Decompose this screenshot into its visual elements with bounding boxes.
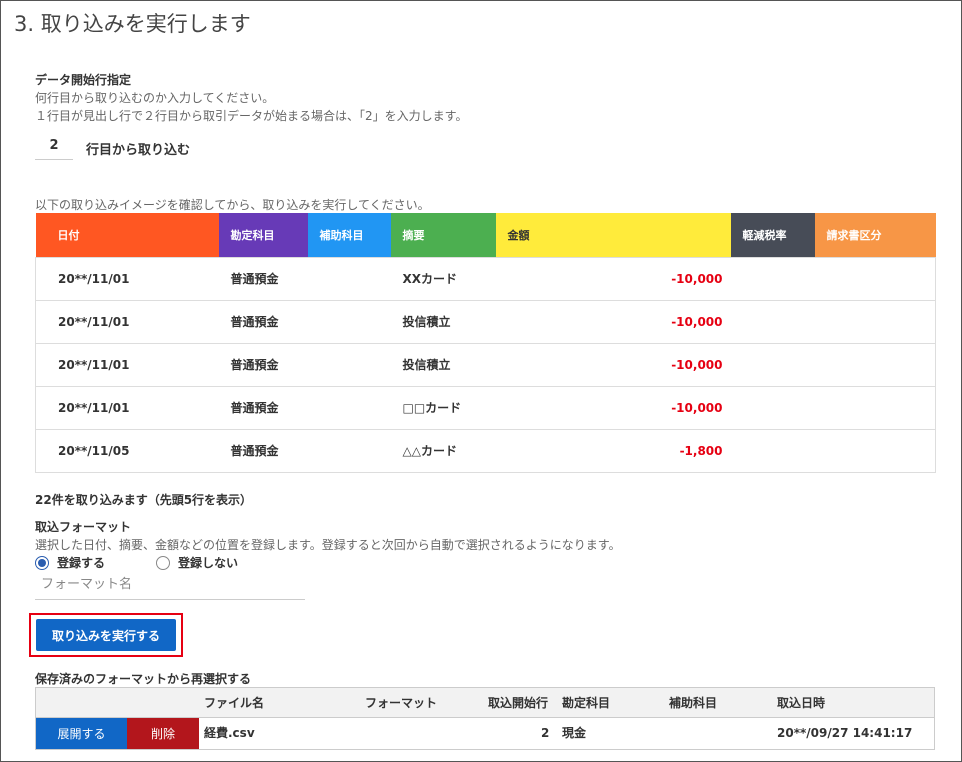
saved-col-file: ファイル名: [204, 696, 265, 710]
preview-header-row: 日付 勘定科目 補助科目 摘要 金額 軽減税率 請求書区分: [35, 213, 936, 257]
cell-invoice: [814, 385, 936, 429]
saved-account: 現金: [562, 726, 587, 740]
saved-col-date: 取込日時: [777, 696, 826, 710]
cell-summary: XXカード: [390, 256, 496, 300]
saved-start-row: 2: [541, 726, 550, 740]
cell-summary: △△カード: [390, 428, 496, 472]
cell-amount: -10,000: [495, 256, 731, 300]
preview-table: 日付 勘定科目 補助科目 摘要 金額 軽減税率 請求書区分 20**/11/01…: [35, 213, 936, 473]
start-row-desc-1: 何行目から取り込むのか入力してください。: [35, 91, 275, 105]
saved-format-row: 展開する 削除 経費.csv 2 現金 20**/09/27 14:41:17: [36, 718, 934, 749]
cell-tax: [730, 342, 815, 386]
radio-unchecked-icon: [156, 555, 170, 570]
radio-register[interactable]: 登録する: [35, 554, 105, 571]
cell-tax: [730, 385, 815, 429]
cell-account: 普通預金: [218, 256, 308, 300]
cell-date: 20**/11/01: [35, 342, 219, 386]
col-invoice-header: 請求書区分: [814, 213, 936, 257]
expand-button[interactable]: 展開する: [36, 718, 127, 749]
format-heading: 取込フォーマット: [35, 520, 132, 534]
cell-invoice: [814, 256, 936, 300]
cell-summary: □□カード: [390, 385, 496, 429]
cell-summary: 投信積立: [390, 299, 496, 343]
cell-invoice: [814, 299, 936, 343]
cell-sub-account: [307, 428, 391, 472]
saved-import-date: 20**/09/27 14:41:17: [777, 726, 913, 740]
cell-date: 20**/11/01: [35, 385, 219, 429]
saved-file-name: 経費.csv: [204, 726, 255, 740]
table-row: 20**/11/01 普通預金 投信積立 -10,000: [35, 299, 936, 343]
saved-header-row: ファイル名 フォーマット 取込開始行 勘定科目 補助科目 取込日時: [36, 688, 934, 718]
table-row: 20**/11/05 普通預金 △△カード -1,800: [35, 428, 936, 472]
cell-date: 20**/11/01: [35, 256, 219, 300]
cell-invoice: [814, 342, 936, 386]
radio-no-register-label: 登録しない: [178, 556, 239, 570]
col-sub-account-header: 補助科目: [307, 213, 391, 257]
saved-formats-heading: 保存済みのフォーマットから再選択する: [35, 672, 252, 686]
cell-date: 20**/11/01: [35, 299, 219, 343]
col-tax-header: 軽減税率: [730, 213, 815, 257]
cell-amount: -10,000: [495, 299, 731, 343]
cell-amount: -1,800: [495, 428, 731, 472]
start-row-input[interactable]: 2: [35, 132, 73, 160]
cell-account: 普通預金: [218, 428, 308, 472]
cell-summary: 投信積立: [390, 342, 496, 386]
start-row-suffix: 行目から取り込む: [86, 143, 191, 158]
saved-col-sub: 補助科目: [669, 696, 718, 710]
cell-tax: [730, 256, 815, 300]
table-row: 20**/11/01 普通預金 XXカード -10,000: [35, 256, 936, 300]
format-name-input[interactable]: フォーマット名: [35, 572, 305, 600]
import-count-text: 22件を取り込みます（先頭5行を表示）: [35, 493, 253, 507]
start-row-heading: データ開始行指定: [35, 73, 132, 87]
radio-checked-icon: [35, 555, 49, 570]
saved-col-account: 勘定科目: [562, 696, 611, 710]
preview-instruction: 以下の取り込みイメージを確認してから、取り込みを実行してください。: [35, 198, 430, 212]
saved-formats-table: ファイル名 フォーマット 取込開始行 勘定科目 補助科目 取込日時 展開する 削…: [35, 687, 935, 750]
delete-button[interactable]: 削除: [127, 718, 199, 749]
cell-tax: [730, 299, 815, 343]
execute-button-highlight: 取り込みを実行する: [29, 613, 183, 657]
radio-register-label: 登録する: [57, 556, 106, 570]
cell-invoice: [814, 428, 936, 472]
cell-sub-account: [307, 256, 391, 300]
cell-tax: [730, 428, 815, 472]
cell-amount: -10,000: [495, 342, 731, 386]
table-row: 20**/11/01 普通預金 □□カード -10,000: [35, 385, 936, 429]
cell-date: 20**/11/05: [35, 428, 219, 472]
cell-account: 普通預金: [218, 299, 308, 343]
col-amount-header: 金額: [495, 213, 731, 257]
table-row: 20**/11/01 普通預金 投信積立 -10,000: [35, 342, 936, 386]
cell-sub-account: [307, 299, 391, 343]
cell-sub-account: [307, 385, 391, 429]
radio-no-register[interactable]: 登録しない: [156, 554, 238, 571]
start-row-desc-2: １行目が見出し行で２行目から取引データが始まる場合は、「2」を入力します。: [35, 109, 468, 123]
execute-import-button[interactable]: 取り込みを実行する: [36, 619, 176, 651]
cell-account: 普通預金: [218, 342, 308, 386]
cell-amount: -10,000: [495, 385, 731, 429]
cell-account: 普通預金: [218, 385, 308, 429]
format-desc: 選択した日付、摘要、金額などの位置を登録します。登録すると次回から自動で選択され…: [35, 538, 621, 552]
cell-sub-account: [307, 342, 391, 386]
col-date-header: 日付: [35, 213, 219, 257]
col-summary-header: 摘要: [390, 213, 496, 257]
saved-col-format: フォーマット: [365, 696, 438, 710]
step-title: 3. 取り込みを実行します: [14, 12, 251, 36]
col-account-header: 勘定科目: [218, 213, 308, 257]
saved-col-start: 取込開始行: [488, 696, 549, 710]
